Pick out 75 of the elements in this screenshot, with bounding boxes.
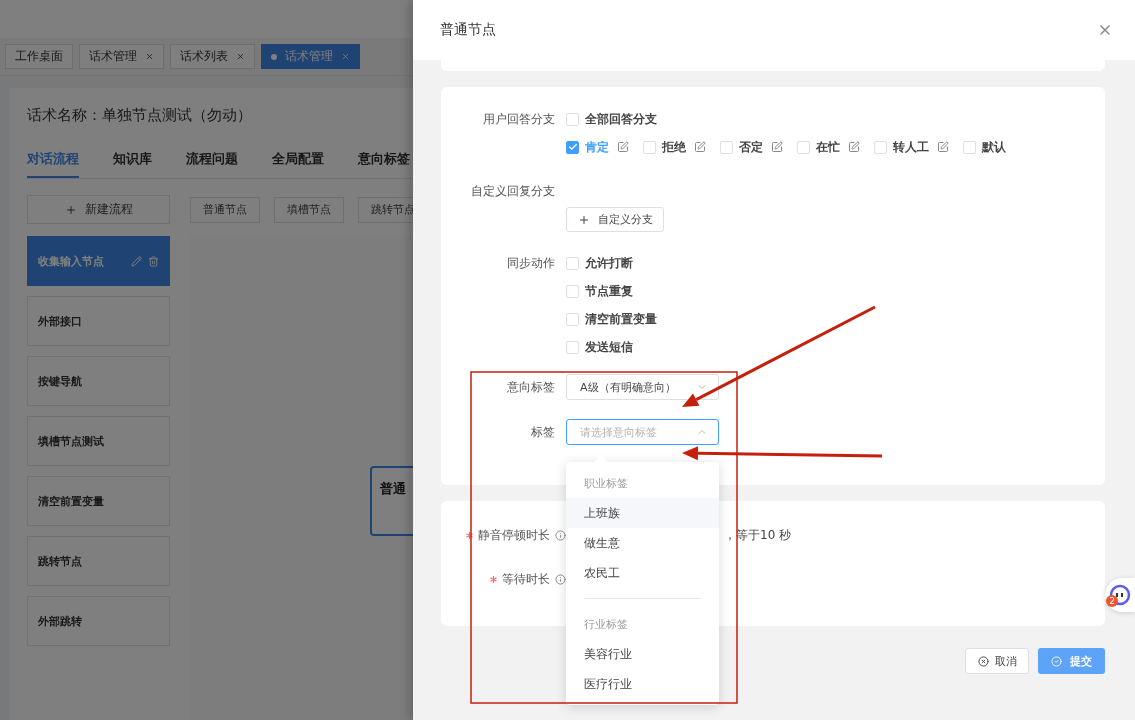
checkbox-option[interactable]: 默认: [963, 138, 1006, 156]
flow-label: 按键导航: [38, 373, 82, 389]
nav-tab[interactable]: 全局配置: [272, 146, 324, 178]
robot-face-icon: [1109, 584, 1131, 606]
edit-icon[interactable]: [617, 141, 629, 153]
check-icon: [567, 142, 578, 152]
node-type-button[interactable]: 填槽节点: [274, 196, 344, 223]
field-label-text: 等待时长: [502, 570, 550, 588]
page-tab[interactable]: 话术管理: [261, 44, 360, 69]
page-tab[interactable]: 话术管理: [79, 44, 164, 69]
node-type-button[interactable]: 普通节点: [190, 196, 260, 223]
nav-tab[interactable]: 流程问题: [186, 146, 238, 178]
checkbox-option[interactable]: 在忙: [797, 138, 840, 156]
intent-select[interactable]: A级（有明确意向）: [566, 374, 719, 400]
trash-icon[interactable]: [148, 255, 159, 267]
field-label: 自定义回复分支: [470, 183, 555, 200]
flow-item[interactable]: 填槽节点测试: [27, 416, 170, 466]
page-tab[interactable]: 话术列表: [170, 44, 255, 69]
edit-icon[interactable]: [848, 141, 860, 153]
field-label: 用户回答分支: [482, 111, 555, 128]
tag-select[interactable]: 请选择意向标签: [566, 419, 719, 445]
field-label: 标签: [530, 424, 555, 441]
field-label-text: 静音停顿时长: [478, 526, 550, 544]
close-icon[interactable]: [236, 52, 245, 61]
flow-label: 收集输入节点: [38, 253, 104, 269]
cancel-button[interactable]: 取消: [965, 648, 1029, 674]
flow-item[interactable]: 外部接口: [27, 296, 170, 346]
flow-label: 跳转节点: [38, 553, 82, 569]
dropdown-option[interactable]: 医疗行业: [566, 669, 719, 699]
dropdown-option[interactable]: 美容行业: [566, 639, 719, 669]
nav-tab[interactable]: 意向标签: [358, 146, 410, 178]
edit-icon[interactable]: [771, 141, 783, 153]
flow-label: 填槽节点测试: [38, 433, 104, 449]
cancel-icon: [977, 655, 989, 667]
checkbox-option[interactable]: 全部回答分支: [566, 110, 657, 128]
nav-tab[interactable]: 知识库: [113, 146, 152, 178]
checkbox-option[interactable]: 否定: [720, 138, 763, 156]
flow-item[interactable]: 收集输入节点: [27, 236, 170, 286]
new-flow-button[interactable]: 新建流程: [27, 195, 170, 224]
checkbox-option[interactable]: 允许打断: [566, 254, 633, 272]
info-icon: [555, 573, 566, 585]
edit-icon[interactable]: [694, 141, 706, 153]
notification-badge: 2: [1106, 595, 1118, 607]
add-branch-button[interactable]: 自定义分支: [566, 207, 664, 232]
checkbox-option[interactable]: 节点重复: [566, 282, 633, 300]
check-circle-icon: [1051, 655, 1062, 667]
group-title: 职业标签: [583, 475, 629, 492]
flow-item[interactable]: 按键导航: [27, 356, 170, 406]
checkbox-option[interactable]: 转人工: [874, 138, 929, 156]
plus-icon: [64, 203, 77, 216]
submit-button[interactable]: 提交: [1038, 648, 1105, 674]
dropdown-option[interactable]: 上班族: [566, 498, 719, 528]
flow-label: 外部接口: [38, 313, 82, 329]
close-icon[interactable]: [145, 52, 154, 61]
plus-icon: [577, 213, 590, 226]
dropdown-option[interactable]: 做生意: [566, 528, 719, 558]
field-label: 同步动作: [506, 255, 555, 272]
checkbox-option[interactable]: 拒绝: [643, 138, 686, 156]
flow-item[interactable]: 清空前置变量: [27, 476, 170, 526]
edit-icon[interactable]: [937, 141, 949, 153]
flow-item[interactable]: 外部跳转: [27, 596, 170, 646]
field-label: 意向标签: [506, 379, 555, 396]
group-title: 行业标签: [583, 616, 629, 633]
info-icon: [555, 529, 566, 541]
flow-label: 清空前置变量: [38, 493, 104, 509]
drawer-title: 普通节点: [440, 21, 496, 39]
flow-label: 外部跳转: [38, 613, 82, 629]
checkbox-option[interactable]: 清空前置变量: [566, 310, 657, 328]
dropdown-option[interactable]: 农民工: [566, 558, 719, 588]
flow-item[interactable]: 跳转节点: [27, 536, 170, 586]
script-name: 话术名称：单独节点测试（勿动）: [27, 106, 252, 126]
nav-tab[interactable]: 对话流程: [27, 146, 79, 178]
checkbox-option[interactable]: 发送短信: [566, 338, 633, 356]
page-tab[interactable]: 工作桌面: [5, 44, 73, 69]
checkbox-option[interactable]: 肯定: [566, 138, 609, 156]
